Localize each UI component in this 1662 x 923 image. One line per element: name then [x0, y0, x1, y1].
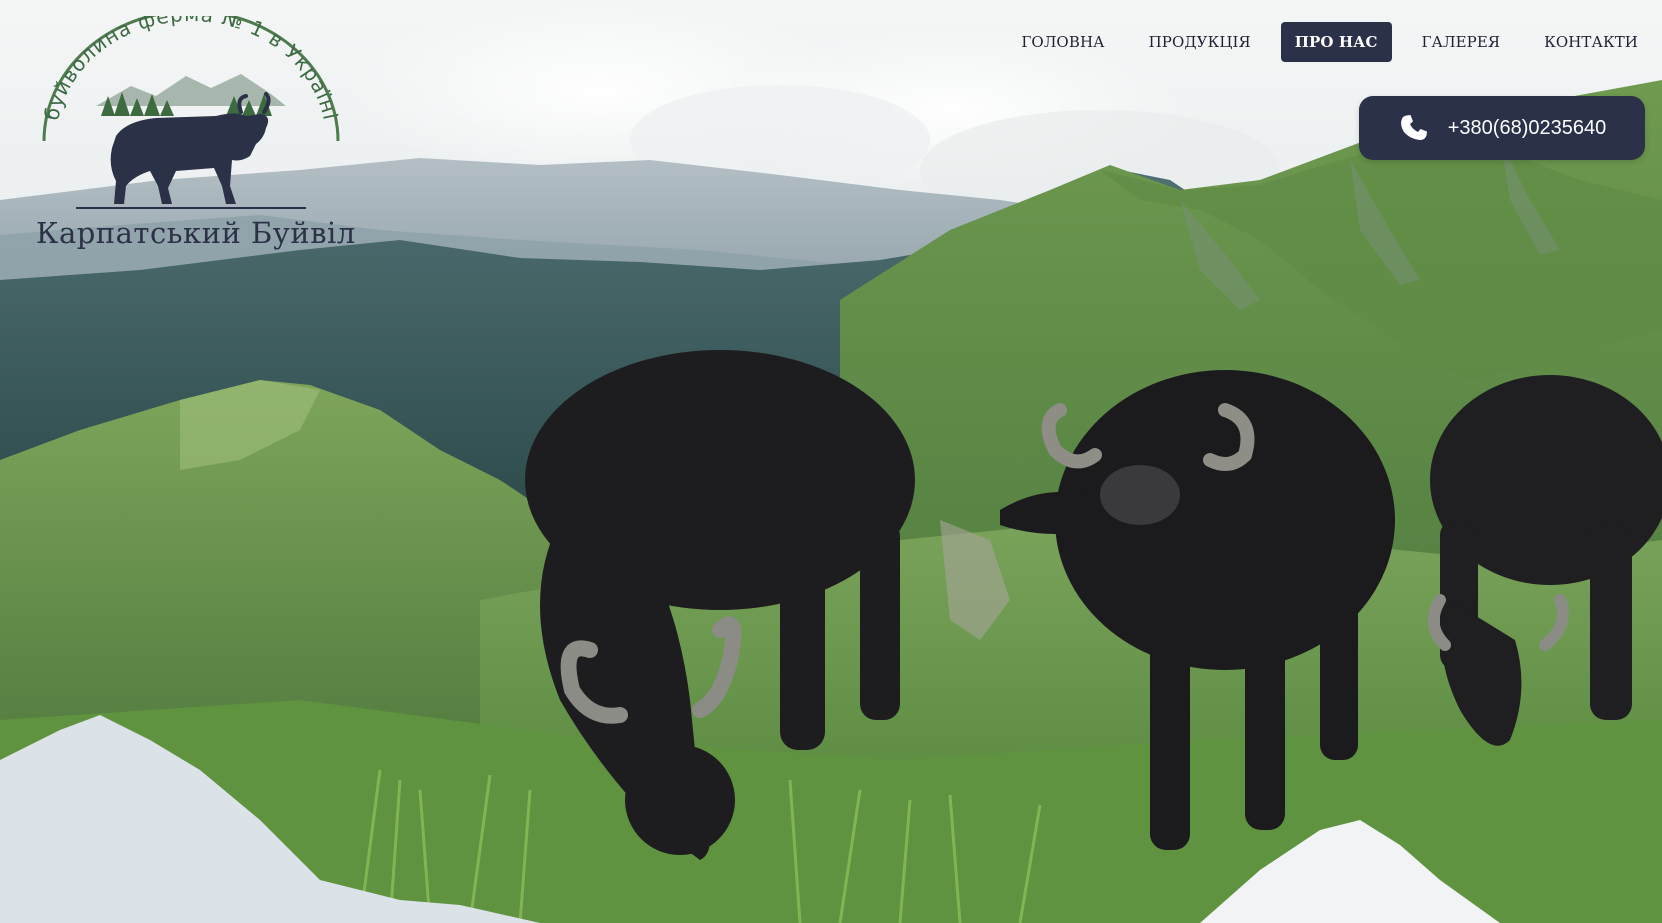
logo-arc-text: буйволина ферма № 1 в Україні — [39, 16, 342, 123]
nav-item-gallery[interactable]: ГАЛЕРЕЯ — [1408, 22, 1515, 62]
phone-icon — [1400, 115, 1427, 140]
main-nav: ГОЛОВНА ПРОДУКЦІЯ ПРО НАС ГАЛЕРЕЯ КОНТАК… — [1007, 22, 1652, 62]
svg-text:буйволина ферма № 1 в Україні: буйволина ферма № 1 в Україні — [39, 16, 343, 123]
nav-item-home[interactable]: ГОЛОВНА — [1007, 22, 1118, 62]
nav-item-contacts[interactable]: КОНТАКТИ — [1530, 22, 1652, 62]
phone-number: +380(68)0235640 — [1447, 116, 1607, 139]
phone-button[interactable]: +380(68)0235640 — [1359, 96, 1645, 160]
logo-title: Карпатський Буйвіл — [36, 216, 356, 250]
logo-emblem: буйволина ферма № 1 в Україні — [39, 16, 343, 209]
site-logo[interactable]: буйволина ферма № 1 в Україні Карпатськи… — [36, 16, 356, 261]
nav-item-about[interactable]: ПРО НАС — [1280, 22, 1392, 62]
nav-item-products[interactable]: ПРОДУКЦІЯ — [1135, 22, 1265, 62]
